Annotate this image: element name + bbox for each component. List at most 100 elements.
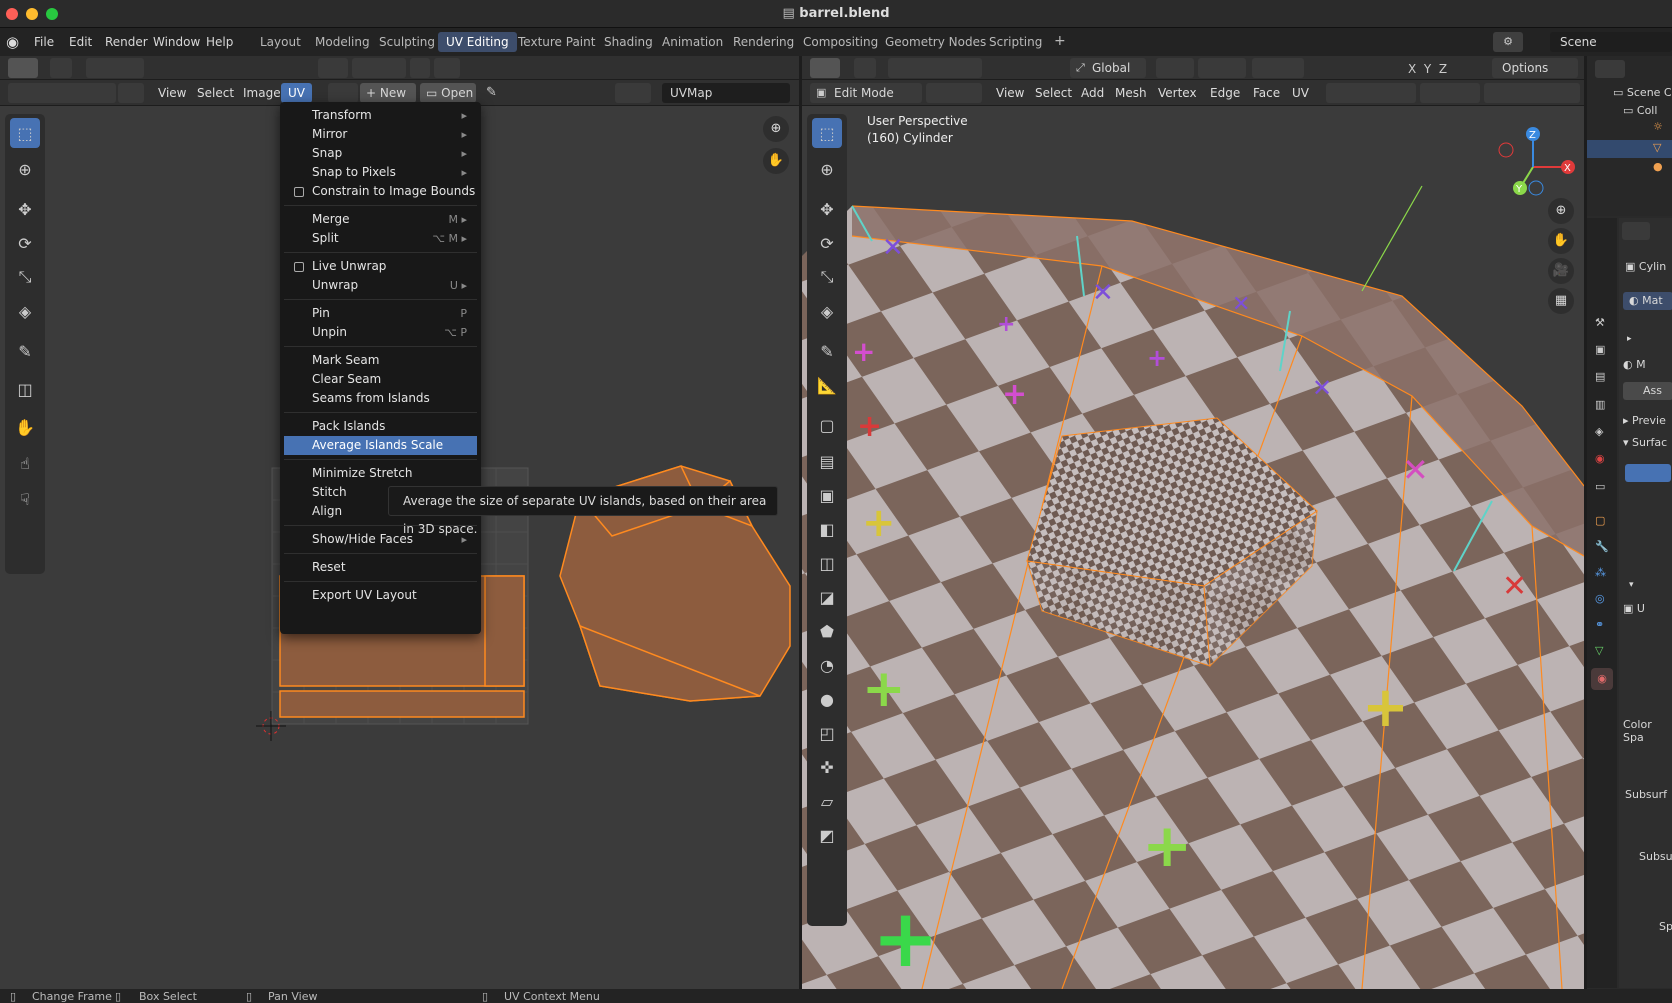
3d-menu-mesh[interactable]: Mesh	[1115, 86, 1147, 100]
scene-name-field[interactable]: Scene	[1550, 32, 1672, 52]
3d-snap-icon[interactable]	[1198, 58, 1246, 78]
visibility-gizmo-icons[interactable]	[1326, 83, 1416, 103]
render-tab-icon[interactable]: ▣	[1595, 343, 1605, 356]
menu-item-constrain-to-image-bounds[interactable]: Constrain to Image Bounds	[284, 182, 477, 201]
properties-type-icon[interactable]	[1622, 222, 1650, 240]
material-browse[interactable]: ◐ M	[1623, 358, 1646, 371]
particles-tab-icon[interactable]: ⁂	[1595, 566, 1606, 579]
smooth-tool-icon[interactable]: ●	[812, 684, 842, 714]
editor-type-icon[interactable]	[8, 58, 38, 78]
open-image-button[interactable]: ▭ Open	[420, 83, 476, 103]
transform-tool-icon[interactable]: ◈	[10, 296, 40, 326]
image-texture-collapse-icon[interactable]: ▾	[1629, 580, 1634, 590]
checkbox-icon[interactable]	[294, 187, 304, 197]
poly-build-tool-icon[interactable]: ⬟	[812, 616, 842, 646]
axis-z-toggle[interactable]: Z	[1439, 62, 1447, 76]
expand-icon[interactable]: ▸	[1627, 334, 1632, 344]
menu-item-unpin[interactable]: Unpin ⌥ P	[284, 323, 477, 342]
menu-help[interactable]: Help	[200, 33, 239, 51]
blender-logo-icon[interactable]: ◉	[6, 33, 19, 51]
3d-rotate-tool-icon[interactable]: ⟳	[812, 228, 842, 258]
image-browse-icon[interactable]	[328, 83, 358, 103]
3d-pan-icon[interactable]: ✋	[1548, 228, 1574, 254]
bevel-tool-icon[interactable]: ◧	[812, 514, 842, 544]
snap-icon[interactable]	[352, 58, 406, 78]
proportional-edit-icon[interactable]	[410, 58, 430, 78]
3d-tweak-tool-icon[interactable]: ⬚	[812, 118, 842, 148]
menu-item-pin[interactable]: Pin P	[284, 304, 477, 323]
modifier-tab-icon[interactable]: 🔧	[1595, 540, 1609, 553]
uv-menu-image[interactable]: Image	[243, 86, 281, 100]
tab-rendering[interactable]: Rendering	[725, 32, 802, 52]
outliner-collection-row[interactable]: ▭ Coll	[1623, 104, 1657, 117]
3d-annotate-tool-icon[interactable]: ✎	[812, 336, 842, 366]
tweak-tool-icon[interactable]: ⬚	[10, 118, 40, 148]
outliner-type-icon[interactable]	[1595, 60, 1625, 78]
3d-viewport[interactable]: ✕ ✕ ✕ ✕ + + + + ✕ + ✕ + + + + + ⤢ Global	[802, 56, 1584, 989]
constraints-tab-icon[interactable]: ⚭	[1595, 618, 1604, 631]
menu-item-live-unwrap[interactable]: Live Unwrap	[284, 257, 477, 276]
3d-zoom-icon[interactable]: ⊕	[1548, 198, 1574, 224]
menu-file[interactable]: File	[28, 33, 60, 51]
tab-layout[interactable]: Layout	[252, 32, 309, 52]
axis-y-toggle[interactable]: Y	[1424, 62, 1431, 76]
mode-dropdown[interactable]: ▣ Edit Mode	[810, 83, 922, 103]
uv-sync-select-icons[interactable]	[8, 83, 116, 103]
menu-window[interactable]: Window	[147, 33, 206, 51]
orientation-dropdown[interactable]: ⤢ Global	[1070, 58, 1146, 78]
3d-move-tool-icon[interactable]: ✥	[812, 194, 842, 224]
overlay-icons[interactable]	[1420, 83, 1480, 103]
pinch-tool-icon[interactable]: ☟	[10, 484, 40, 514]
menu-item-average-islands-scale[interactable]: Average Islands Scale	[284, 436, 477, 455]
menu-item-snap-to-pixels[interactable]: Snap to Pixels ▸	[284, 163, 477, 182]
3d-menu-add[interactable]: Add	[1081, 86, 1104, 100]
pan-hand-icon[interactable]: ✋	[763, 148, 789, 174]
menu-item-seams-from-islands[interactable]: Seams from Islands	[284, 389, 477, 408]
tab-compositing[interactable]: Compositing	[795, 32, 886, 52]
tab-uv-editing[interactable]: UV Editing	[438, 32, 517, 52]
relax-tool-icon[interactable]: ☝	[10, 448, 40, 478]
3d-select-tool-icon[interactable]	[854, 58, 876, 78]
menu-item-minimize-stretch[interactable]: Minimize Stretch	[284, 464, 477, 483]
scene-selector-icon[interactable]: ⚙	[1493, 32, 1523, 52]
outliner-scene-row[interactable]: ▭ Scene C	[1613, 86, 1672, 99]
cursor-tool-icon[interactable]: ⊕	[10, 154, 40, 184]
rip-tool-icon[interactable]: ◫	[10, 374, 40, 404]
world-tab-icon[interactable]: ◉	[1595, 452, 1605, 465]
loop-cut-tool-icon[interactable]: ◫	[812, 548, 842, 578]
move-tool-icon[interactable]: ✥	[10, 194, 40, 224]
3d-menu-uv[interactable]: UV	[1292, 86, 1309, 100]
3d-menu-select[interactable]: Select	[1035, 86, 1072, 100]
pivot-icon[interactable]	[318, 58, 348, 78]
tab-shading[interactable]: Shading	[596, 32, 661, 52]
object-tab-icon[interactable]: ▢	[1595, 514, 1605, 527]
spin-tool-icon[interactable]: ◔	[812, 650, 842, 680]
add-cube-tool-icon[interactable]: ▢	[812, 410, 842, 440]
menu-item-transform[interactable]: Transform ▸	[284, 106, 477, 125]
uv-overlay-icon[interactable]	[615, 83, 651, 103]
measure-tool-icon[interactable]: 📐	[812, 370, 842, 400]
3d-scale-tool-icon[interactable]: ⤡	[812, 262, 842, 292]
view-layer-tab-icon[interactable]: ▥	[1595, 398, 1605, 411]
menu-render[interactable]: Render	[99, 33, 154, 51]
shrink-tool-icon[interactable]: ✜	[812, 752, 842, 782]
new-image-button[interactable]: + New	[360, 83, 416, 103]
shear-tool-icon[interactable]: ▱	[812, 786, 842, 816]
image-selector[interactable]: ▣ U	[1623, 602, 1645, 615]
scale-tool-icon[interactable]: ⤡	[10, 262, 40, 292]
edge-slide-tool-icon[interactable]: ◰	[812, 718, 842, 748]
uv-menu-view[interactable]: View	[158, 86, 186, 100]
menu-item-mirror[interactable]: Mirror ▸	[284, 125, 477, 144]
add-workspace-icon[interactable]: +	[1046, 30, 1074, 50]
tab-texture-paint[interactable]: Texture Paint	[510, 32, 603, 52]
3d-transform-tool-icon[interactable]: ◈	[812, 296, 842, 326]
3d-editor-type-icon[interactable]	[810, 58, 840, 78]
uv-menu-uv[interactable]: UV	[281, 83, 312, 103]
3d-selection-mode-icons[interactable]	[888, 58, 982, 78]
tab-sculpting[interactable]: Sculpting	[371, 32, 443, 52]
axis-x-toggle[interactable]: X	[1408, 62, 1416, 76]
3d-proportional-icon[interactable]	[1252, 58, 1304, 78]
menu-item-reset[interactable]: Reset	[284, 558, 477, 577]
scene-tab-icon[interactable]: ◈	[1595, 425, 1603, 438]
menu-edit[interactable]: Edit	[63, 33, 98, 51]
